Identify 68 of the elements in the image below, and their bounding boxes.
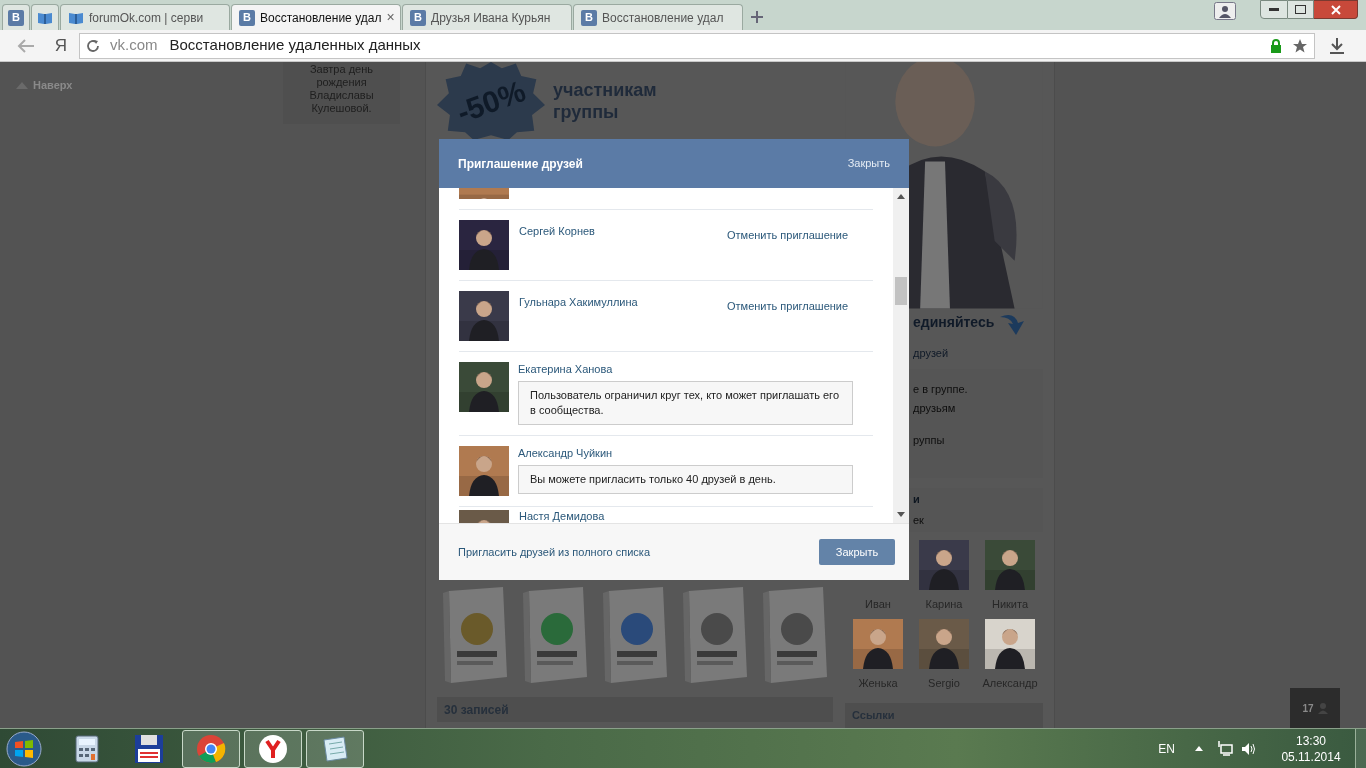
close-button[interactable] [1314,0,1358,19]
language-indicator[interactable]: EN [1158,739,1175,758]
scroll-down-icon[interactable] [897,512,905,517]
minimize-icon [1269,7,1279,12]
notification-badge[interactable]: 17 [1290,688,1340,728]
browser-tab[interactable]: В Восстановление удал [573,4,743,30]
join-heading: единяйтесь [913,313,995,332]
browser-tab[interactable] [31,4,59,30]
banner-text: участникам группы [553,79,658,123]
friend-name-link[interactable]: Настя Демидова [519,510,605,523]
cancel-invite-link[interactable]: Отменить приглашение [727,227,849,280]
friend-name-link[interactable]: Гульнара Хакимуллина [519,294,719,351]
notice-box: Пользователь ограничил круг тех, кто может приглашать его в сообщества. [518,381,853,425]
star-icon[interactable] [1292,37,1308,54]
network-icon[interactable] [1217,740,1233,757]
show-hidden-icons-icon[interactable] [1195,746,1203,751]
yandex-browser-icon[interactable] [258,733,288,764]
show-desktop-button[interactable] [1355,728,1366,768]
start-button-icon[interactable] [4,730,44,767]
vk-logo-icon: В [581,9,597,26]
close-icon [1330,4,1341,15]
invite-full-list-link[interactable]: Пригласить друзей из полного списка [458,543,650,561]
notification-count: 17 [1302,701,1314,716]
notepad-icon[interactable] [320,733,350,764]
vk-logo-icon: В [410,9,426,26]
info-text: руппы [913,433,946,448]
info-text: друзьям [913,400,957,416]
browser-tab[interactable]: В Друзья Ивана Курьян [402,4,572,30]
url-domain: vk.com [110,35,158,56]
scrollbar[interactable] [893,188,909,523]
browser-tab[interactable]: В [2,4,30,30]
browser-tab[interactable]: forumOk.com | серви [60,4,230,30]
vk-logo-icon: В [239,9,255,26]
clock-date[interactable]: 05.11.2014 [1281,748,1341,765]
clock-time[interactable]: 13:30 [1296,732,1326,749]
maximize-button[interactable] [1288,0,1314,19]
taskbar-app[interactable] [182,729,240,768]
lock-icon [1270,38,1282,53]
new-tab-icon[interactable] [750,10,764,24]
calculator-icon[interactable] [75,734,99,763]
yandex-home-button[interactable]: Я [51,32,71,59]
members-count: ек [913,513,925,529]
friend-name-link[interactable]: Александр Чуйкин [518,446,853,460]
volume-icon[interactable] [1241,741,1257,756]
reload-icon[interactable] [86,38,100,53]
scroll-up-icon[interactable] [897,194,905,199]
cancel-invite-link[interactable]: Отменить приглашение [727,298,849,351]
scroll-thumb[interactable] [895,276,907,305]
download-icon[interactable] [1329,36,1345,55]
close-button[interactable]: Закрыть [819,539,895,565]
members-title: и [913,492,921,508]
maximize-icon [1295,5,1306,14]
close-link[interactable]: Закрыть [847,155,890,172]
vk-logo-icon: В [8,9,24,26]
address-field[interactable]: vk.com Восстановление удаленных данных [79,32,1315,59]
taskbar-app[interactable] [244,729,302,768]
dialog-title: Приглашение друзей [458,155,583,173]
page-title: Восстановление удаленных данных [169,35,421,56]
friend-name-link[interactable]: Екатерина Ханова [518,362,853,376]
friend-name-link[interactable]: Сергей Корнев [519,223,719,280]
minimize-button[interactable] [1260,0,1288,19]
chrome-icon[interactable] [196,733,226,764]
user-icon[interactable] [1214,2,1236,20]
taskbar-app[interactable] [306,729,364,768]
info-text: е в группе. [913,382,969,397]
person-icon [1317,702,1328,714]
notice-box: Вы можете пригласить только 40 друзей в день. [518,465,853,494]
browser-tab[interactable]: В Восстановление удал × [231,4,401,30]
